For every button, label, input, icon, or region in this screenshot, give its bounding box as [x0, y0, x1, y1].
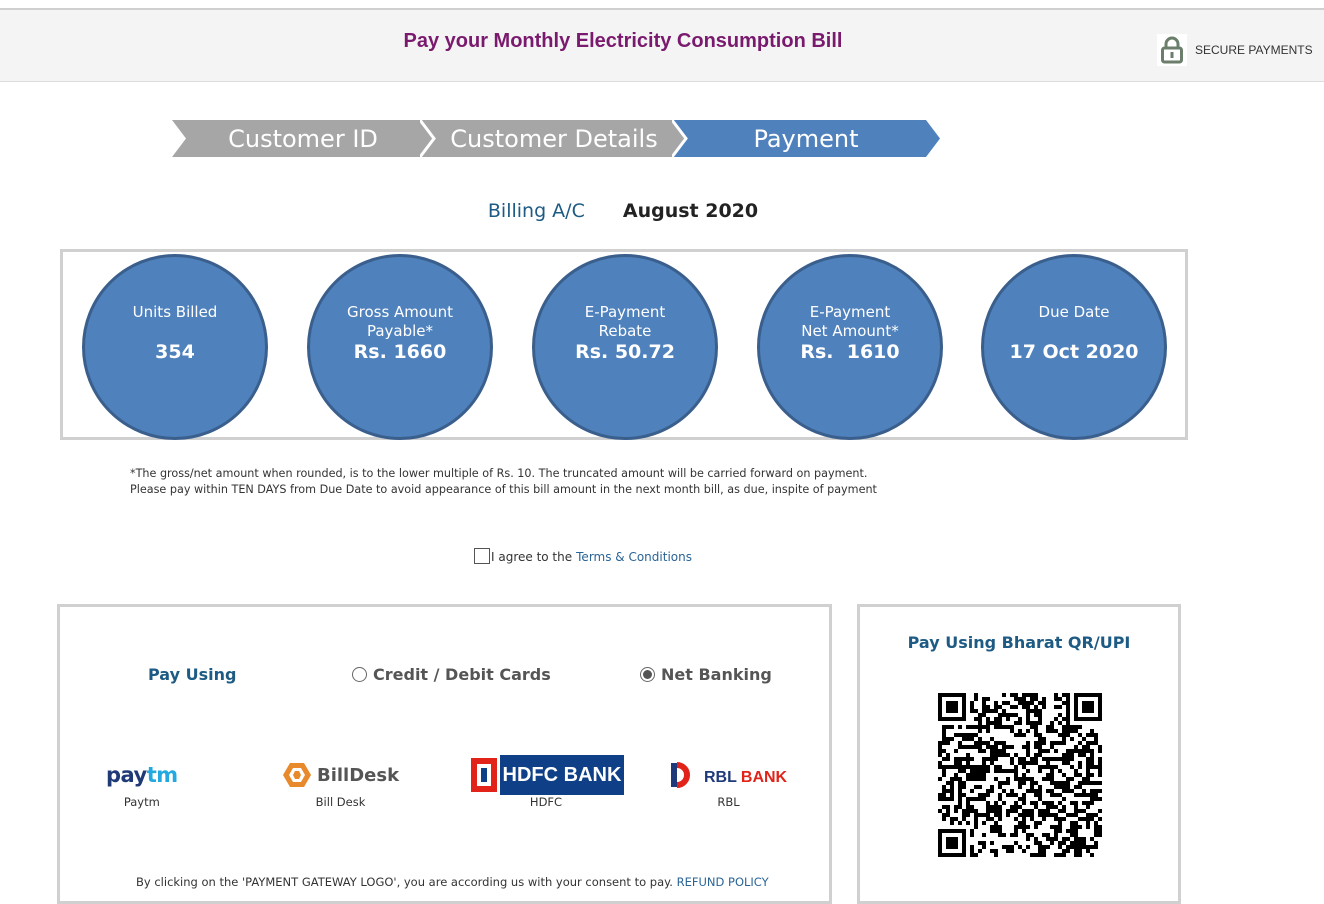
consent-text: By clicking on the 'PAYMENT GATEWAY LOGO…: [136, 875, 769, 889]
due-date-value: 17 Oct 2020: [1009, 341, 1139, 363]
terms-text: I agree to the: [491, 550, 573, 564]
hdfc-label: HDFC: [529, 795, 563, 809]
refund-policy-link[interactable]: REFUND POLICY: [677, 875, 769, 889]
rebate-label-2: Rebate: [598, 322, 652, 340]
terms-checkbox[interactable]: [474, 548, 490, 564]
net-amount-circle: E-Payment Net Amount* Rs. 1610: [757, 254, 943, 440]
billing-account-label: Billing A/C: [487, 200, 585, 222]
option-credit-debit-cards[interactable]: Credit / Debit Cards: [352, 665, 551, 684]
terms-link[interactable]: Terms & Conditions: [576, 550, 692, 564]
billdesk-hexagon-icon: [283, 763, 311, 787]
paytm-logo[interactable]: pay tm: [106, 757, 178, 793]
gateway-paytm[interactable]: pay tm Paytm: [106, 757, 178, 809]
page-title: Pay your Monthly Electricity Consumption…: [403, 30, 843, 52]
rbl-label: RBL: [717, 795, 740, 809]
gross-amount-circle: Gross Amount Payable* Rs. 1660: [307, 254, 493, 440]
net-banking-radio[interactable]: [640, 667, 655, 682]
cards-radio[interactable]: [352, 667, 367, 682]
rbl-emblem-icon: [671, 762, 690, 788]
units-billed-value: 354: [155, 341, 195, 363]
rebate-label: E-Payment: [584, 303, 666, 321]
secure-payments-label: SECURE PAYMENTS: [1195, 43, 1313, 57]
option-net-banking[interactable]: Net Banking: [640, 665, 772, 684]
rebate-circle: E-Payment Rebate Rs. 50.72: [532, 254, 718, 440]
pay-using-label: Pay Using: [148, 665, 237, 684]
units-billed-circle: Units Billed 354: [82, 254, 268, 440]
due-date-circle: Due Date 17 Oct 2020: [981, 254, 1167, 440]
billing-month: August 2020: [622, 200, 759, 222]
net-amount-label-2: Net Amount*: [801, 322, 899, 340]
gross-amount-value: Rs. 1660: [353, 341, 447, 363]
gateway-hdfc[interactable]: HDFC BANK HDFC: [468, 755, 624, 809]
gateway-billdesk[interactable]: BillDesk Bill Desk: [282, 757, 399, 809]
net-amount-value: Rs. 1610: [800, 341, 900, 363]
qr-title: Pay Using Bharat QR/UPI: [907, 633, 1131, 652]
billdesk-label: Bill Desk: [315, 795, 366, 809]
qr-payment-panel: Pay Using Bharat QR/UPI: [857, 604, 1181, 904]
step-customer-id: Customer ID: [172, 120, 434, 157]
units-billed-label: Units Billed: [132, 303, 218, 321]
rbl-bank-logo[interactable]: RBL BANK: [670, 757, 787, 793]
rounding-notes: *The gross/net amount when rounded, is t…: [130, 466, 877, 498]
cards-label: Credit / Debit Cards: [373, 665, 551, 684]
note-line-2: Please pay within TEN DAYS from Due Date…: [130, 483, 877, 496]
hdfc-bank-logo[interactable]: HDFC BANK: [468, 755, 624, 795]
payment-methods-panel: Pay Using Credit / Debit Cards Net Banki…: [57, 604, 832, 904]
net-amount-label: E-Payment: [809, 303, 891, 321]
due-date-label: Due Date: [1038, 303, 1110, 321]
note-line-1: *The gross/net amount when rounded, is t…: [130, 467, 868, 480]
step-payment: Payment: [672, 120, 940, 157]
gross-amount-label-2: Payable*: [366, 322, 434, 340]
net-banking-label: Net Banking: [661, 665, 772, 684]
qr-code-image: [938, 693, 1102, 857]
progress-steps: Customer ID Customer Details Payment: [172, 120, 942, 157]
rebate-value: Rs. 50.72: [575, 341, 675, 363]
step-customer-details: Customer Details: [420, 120, 688, 157]
paytm-label: Paytm: [123, 795, 160, 809]
secure-payments-badge: SECURE PAYMENTS: [1157, 34, 1313, 66]
billing-period: Billing A/C August 2020: [0, 200, 1246, 222]
billdesk-logo[interactable]: BillDesk: [282, 757, 399, 793]
hdfc-emblem-icon: [468, 755, 500, 795]
bill-summary: Units Billed 354 Gross Amount Payable* R…: [60, 249, 1188, 440]
header-bar: Pay your Monthly Electricity Consumption…: [0, 8, 1324, 82]
lock-icon: [1157, 34, 1187, 66]
gross-amount-label: Gross Amount: [347, 303, 453, 321]
gateway-rbl[interactable]: RBL BANK RBL: [670, 757, 787, 809]
terms-agreement: I agree to the Terms & Conditions: [474, 548, 692, 564]
